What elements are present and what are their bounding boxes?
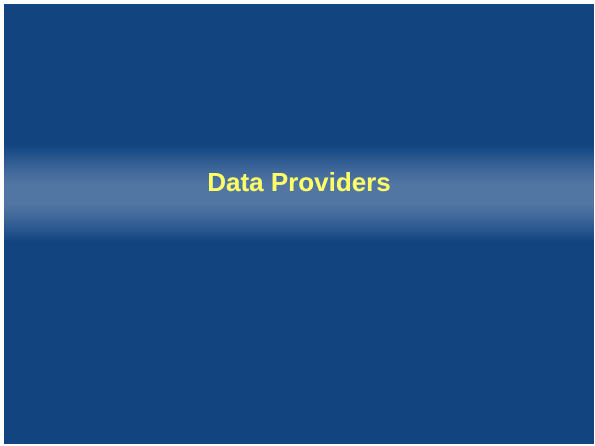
slide: Data Providers bbox=[4, 4, 594, 444]
slide-title: Data Providers bbox=[207, 167, 391, 197]
